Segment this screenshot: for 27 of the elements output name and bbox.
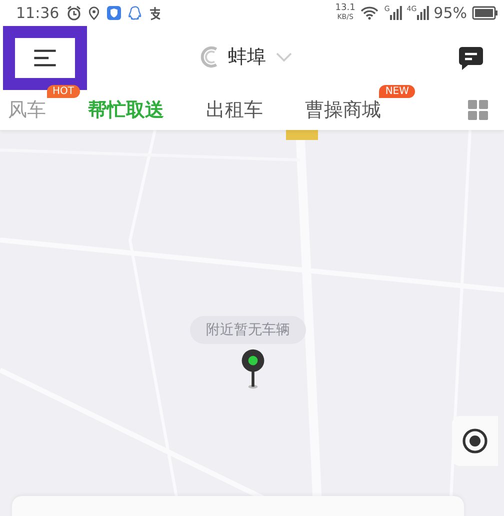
battery-percent: 95% xyxy=(434,4,467,22)
status-time: 11:36 xyxy=(16,4,60,22)
tab-badge: HOT xyxy=(46,85,80,98)
shield-icon xyxy=(106,5,122,21)
wifi-icon xyxy=(360,6,380,20)
status-notice: 附近暂无车辆 xyxy=(190,316,306,344)
battery-icon xyxy=(472,6,498,20)
network-speed: 13.1 xyxy=(335,4,356,13)
grid-icon xyxy=(468,100,488,120)
more-button[interactable] xyxy=(468,100,488,120)
tab[interactable]: 出租车 xyxy=(206,97,263,123)
signal-icon xyxy=(390,6,402,20)
logo-icon xyxy=(198,45,220,69)
map-pin-icon xyxy=(239,348,267,390)
chat-icon xyxy=(458,45,484,71)
tab-badge: NEW xyxy=(379,85,415,98)
penguin-icon xyxy=(127,5,142,21)
alarm-clock-icon xyxy=(66,5,82,21)
tab[interactable]: 曹操商城 xyxy=(305,97,381,123)
signal-icon xyxy=(416,6,429,20)
menu-icon xyxy=(33,49,57,67)
location-pin-icon xyxy=(87,5,102,21)
locate-button[interactable] xyxy=(452,416,498,466)
chevron-down-icon xyxy=(276,52,292,62)
city-selector[interactable]: 蚌埠 xyxy=(228,44,292,70)
target-icon xyxy=(462,428,488,454)
message-button[interactable] xyxy=(458,45,484,71)
